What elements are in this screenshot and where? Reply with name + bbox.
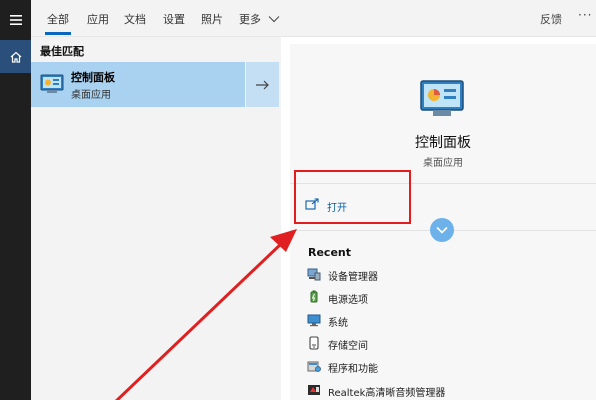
annotation-arrow <box>115 229 297 400</box>
